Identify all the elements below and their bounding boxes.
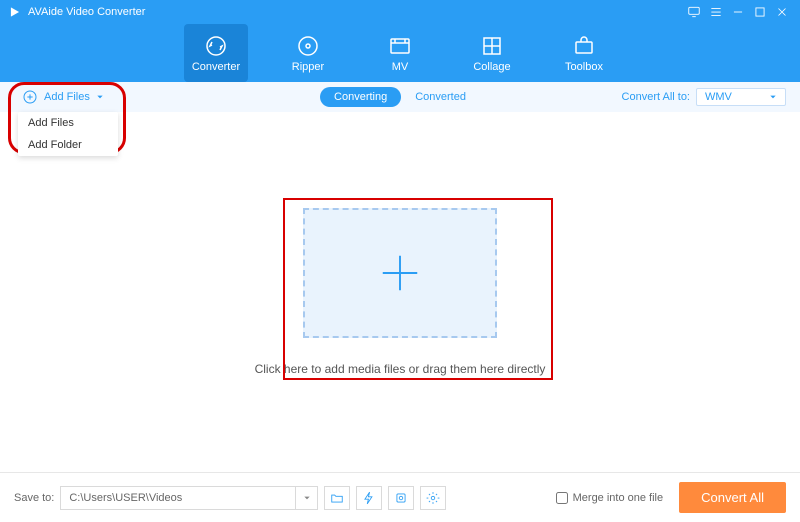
- maximize-icon[interactable]: [750, 2, 770, 22]
- app-title: AVAide Video Converter: [28, 6, 145, 18]
- menu-icon[interactable]: [706, 2, 726, 22]
- add-files-dropdown: Add Files Add Folder: [18, 112, 118, 156]
- app-logo-icon: [8, 5, 22, 19]
- nav-converter[interactable]: Converter: [184, 24, 248, 82]
- tab-converting[interactable]: Converting: [320, 87, 401, 107]
- gpu-accel-button[interactable]: [388, 486, 414, 510]
- nav-label: MV: [392, 61, 409, 73]
- dropzone-text: Click here to add media files or drag th…: [255, 362, 546, 376]
- status-tabs: Converting Converted: [320, 87, 480, 107]
- merge-label: Merge into one file: [573, 492, 664, 504]
- nav-label: Ripper: [292, 61, 324, 73]
- merge-checkbox-input[interactable]: [556, 492, 568, 504]
- save-to-label: Save to:: [14, 492, 54, 504]
- save-path-input[interactable]: C:\Users\USER\Videos: [61, 492, 295, 504]
- nav-label: Toolbox: [565, 61, 603, 73]
- close-icon[interactable]: [772, 2, 792, 22]
- browse-folder-button[interactable]: [324, 486, 350, 510]
- format-value: WMV: [705, 91, 732, 103]
- output-format-select[interactable]: WMV: [696, 88, 786, 106]
- nav-collage[interactable]: Collage: [460, 24, 524, 82]
- nav-toolbox[interactable]: Toolbox: [552, 24, 616, 82]
- path-history-dropdown[interactable]: [295, 487, 317, 509]
- nav-label: Collage: [473, 61, 510, 73]
- high-speed-button[interactable]: [356, 486, 382, 510]
- navbar: Converter Ripper MV Collage Toolbox: [0, 24, 800, 82]
- add-files-button[interactable]: Add Files: [14, 86, 112, 108]
- footer: Save to: C:\Users\USER\Videos Merge into…: [0, 472, 800, 522]
- titlebar: AVAide Video Converter: [0, 0, 800, 24]
- save-path-box: C:\Users\USER\Videos: [60, 486, 318, 510]
- settings-button[interactable]: [420, 486, 446, 510]
- content-area: Click here to add media files or drag th…: [0, 112, 800, 472]
- minimize-icon[interactable]: [728, 2, 748, 22]
- dropdown-add-files[interactable]: Add Files: [18, 112, 118, 134]
- add-files-label: Add Files: [44, 91, 90, 103]
- nav-mv[interactable]: MV: [368, 24, 432, 82]
- chevron-down-icon: [769, 93, 777, 101]
- nav-label: Converter: [192, 61, 240, 73]
- toolbar: Add Files Converting Converted Convert A…: [0, 82, 800, 112]
- plus-icon: [377, 250, 423, 296]
- convert-all-button[interactable]: Convert All: [679, 482, 786, 513]
- nav-ripper[interactable]: Ripper: [276, 24, 340, 82]
- dropdown-add-folder[interactable]: Add Folder: [18, 134, 118, 156]
- merge-checkbox[interactable]: Merge into one file: [556, 492, 664, 504]
- tab-converted[interactable]: Converted: [401, 87, 480, 107]
- convert-all-to-label: Convert All to:: [622, 91, 690, 103]
- chevron-down-icon: [96, 93, 104, 101]
- dropzone[interactable]: [303, 208, 497, 338]
- feedback-icon[interactable]: [684, 2, 704, 22]
